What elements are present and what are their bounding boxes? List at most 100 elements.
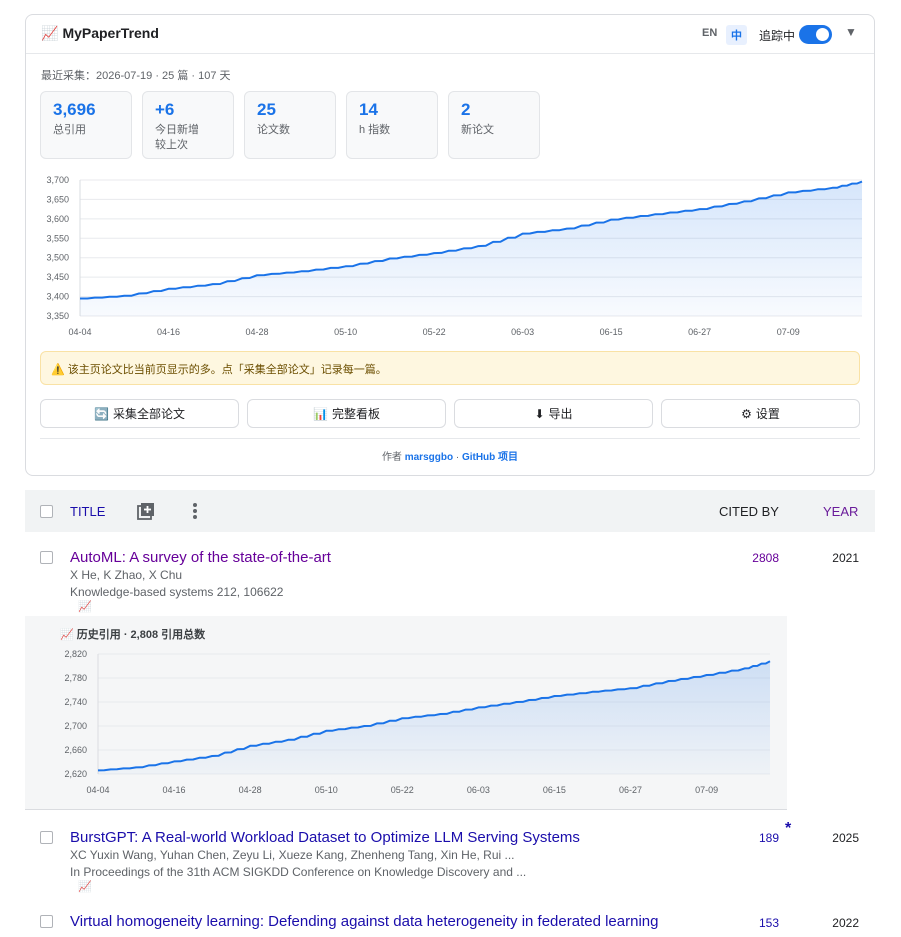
paper-venue: Knowledge-based systems 212, 106622 (70, 585, 284, 599)
trend-icon: 📈 (41, 25, 59, 41)
divider (40, 438, 860, 439)
button-label: 导出 (548, 407, 573, 421)
stat-sublabel: 较上次 (155, 139, 188, 151)
column-cited-by[interactable]: CITED BY (719, 504, 779, 519)
y-tick-label: 3,400 (46, 292, 69, 302)
paper-venue: In Proceedings of the 31th ACM SIGKDD Co… (70, 865, 527, 879)
table-header: TITLE CITED BY YEAR (25, 490, 875, 532)
collapse-icon[interactable]: ▼ (845, 25, 857, 39)
row-checkbox[interactable] (40, 915, 53, 928)
settings-button[interactable]: ⚙ 设置 (661, 399, 860, 428)
bar-chart-icon: 📊 (313, 407, 328, 421)
stat-label: 今日新增 (155, 124, 199, 136)
paper-title-link[interactable]: AutoML: A survey of the state-of-the-art (70, 549, 331, 566)
column-year[interactable]: YEAR (823, 504, 858, 519)
brand-name: MyPaperTrend (62, 25, 159, 41)
button-label: 完整看板 (331, 407, 380, 421)
dashboard-button[interactable]: 📊 完整看板 (247, 399, 446, 428)
total-citations-chart: 3,350 3,400 3,450 3,500 3,550 3,600 3,650 3,700… (46, 175, 863, 337)
stat-value: 3,696 (53, 100, 96, 119)
stat-today-new: +6 今日新增较上次 (142, 91, 234, 159)
y-tick-label: 2,660 (64, 745, 87, 755)
history-title-text: 历史引用 · 2,808 引用总数 (76, 629, 206, 641)
stat-label-group: 今日新增 较上次 (155, 123, 199, 153)
last-collect-info: 最近采集：2026-07-19 · 25 篇 · 107 天 (41, 70, 231, 82)
tracking-toggle[interactable] (799, 25, 832, 44)
trend-icon: 📈 (60, 629, 74, 641)
x-tick-label: 06-27 (619, 785, 642, 795)
x-tick-label: 05-10 (334, 327, 357, 337)
y-tick-label: 3,450 (46, 272, 69, 282)
history-title: 📈 历史引用 · 2,808 引用总数 (60, 626, 205, 642)
paper-year: 2021 (832, 551, 859, 565)
tracking-label: 追踪中 (759, 29, 796, 43)
toggle-knob (816, 28, 829, 41)
y-tick-label: 3,650 (46, 194, 69, 204)
credits: 作者 marsggbo · GitHub 项目 (26, 448, 874, 463)
trend-icon[interactable]: 📈 (78, 600, 92, 613)
column-title[interactable]: TITLE (70, 504, 105, 519)
stat-label: 新论文 (461, 124, 494, 136)
cited-by-link[interactable]: 189 (719, 831, 779, 845)
x-tick-label: 04-16 (157, 327, 180, 337)
x-tick-label: 05-22 (391, 785, 414, 795)
paper-title-link[interactable]: Virtual homogeneity learning: Defending … (70, 913, 658, 930)
stat-label: h 指数 (359, 124, 391, 136)
y-tick-label: 2,620 (64, 769, 87, 779)
x-tick-label: 04-28 (246, 327, 269, 337)
stat-label: 论文数 (257, 124, 290, 136)
stat-label: 总引用 (53, 124, 86, 136)
trend-icon[interactable]: 📈 (78, 880, 92, 893)
x-tick-label: 04-04 (68, 327, 91, 337)
x-tick-label: 07-09 (695, 785, 718, 795)
x-tick-label: 05-10 (315, 785, 338, 795)
warning-text: 该主页论文比当前页显示的多。点「采集全部论文」记录每一篇。 (67, 364, 387, 376)
credits-prefix: 作者 (381, 452, 402, 463)
x-tick-label: 06-15 (600, 327, 623, 337)
brand: 📈 MyPaperTrend (41, 25, 159, 42)
x-tick-label: 07-09 (777, 327, 800, 337)
paper-authors: X He, K Zhao, X Chu (70, 568, 183, 582)
lang-en-button[interactable]: EN (702, 27, 717, 39)
gear-icon: ⚙ (741, 407, 752, 421)
panel-header: 📈 MyPaperTrend EN 中 追踪中 ▼ (26, 15, 874, 54)
download-icon: ⬇ (534, 407, 545, 421)
button-label: 设置 (755, 407, 780, 421)
stat-value: 14 (359, 100, 378, 119)
cited-by-link[interactable]: 153 (719, 916, 779, 930)
button-label: 采集全部论文 (112, 407, 185, 421)
stat-value: +6 (155, 100, 175, 119)
github-link[interactable]: GitHub 项目 (462, 452, 518, 463)
stat-total-citations: 3,696 总引用 (40, 91, 132, 159)
export-button[interactable]: ⬇ 导出 (454, 399, 653, 428)
add-to-library-icon[interactable] (136, 501, 156, 521)
lang-zh-button[interactable]: 中 (726, 25, 747, 45)
collect-all-button[interactable]: 🔄 采集全部论文 (40, 399, 239, 428)
y-tick-label: 3,600 (46, 214, 69, 224)
x-tick-label: 04-16 (163, 785, 186, 795)
stat-new-papers: 2 新论文 (448, 91, 540, 159)
x-tick-label: 06-15 (543, 785, 566, 795)
y-tick-label: 2,740 (64, 697, 87, 707)
select-all-checkbox[interactable] (40, 505, 53, 518)
cited-by-link[interactable]: 2808 (719, 551, 779, 565)
mypapertrend-panel: 📈 MyPaperTrend EN 中 追踪中 ▼ 最近采集：2026-07-19… (25, 14, 875, 476)
x-tick-label: 06-03 (511, 327, 534, 337)
row-checkbox[interactable] (40, 831, 53, 844)
stat-h-index: 14 h 指数 (346, 91, 438, 159)
stat-value: 25 (257, 100, 276, 119)
warning-icon: ⚠️ (51, 364, 65, 376)
paper-citations-chart: 2,620 2,660 2,700 2,740 2,780 2,820 04-04 04-16… (64, 649, 771, 795)
y-tick-label: 3,700 (46, 175, 69, 185)
y-tick-label: 2,700 (64, 721, 87, 731)
y-tick-label: 2,780 (64, 673, 87, 683)
x-tick-label: 04-04 (86, 785, 109, 795)
paper-history-panel: 📈 历史引用 · 2,808 引用总数 2,620 2,660 2,700 2,740… (25, 616, 787, 810)
x-tick-label: 05-22 (423, 327, 446, 337)
refresh-icon: 🔄 (94, 407, 109, 421)
paper-title-link[interactable]: BurstGPT: A Real-world Workload Dataset … (70, 829, 580, 846)
paper-year: 2022 (832, 916, 859, 930)
more-vert-icon[interactable] (191, 501, 199, 521)
row-checkbox[interactable] (40, 551, 53, 564)
author-link[interactable]: marsggbo (405, 452, 453, 463)
